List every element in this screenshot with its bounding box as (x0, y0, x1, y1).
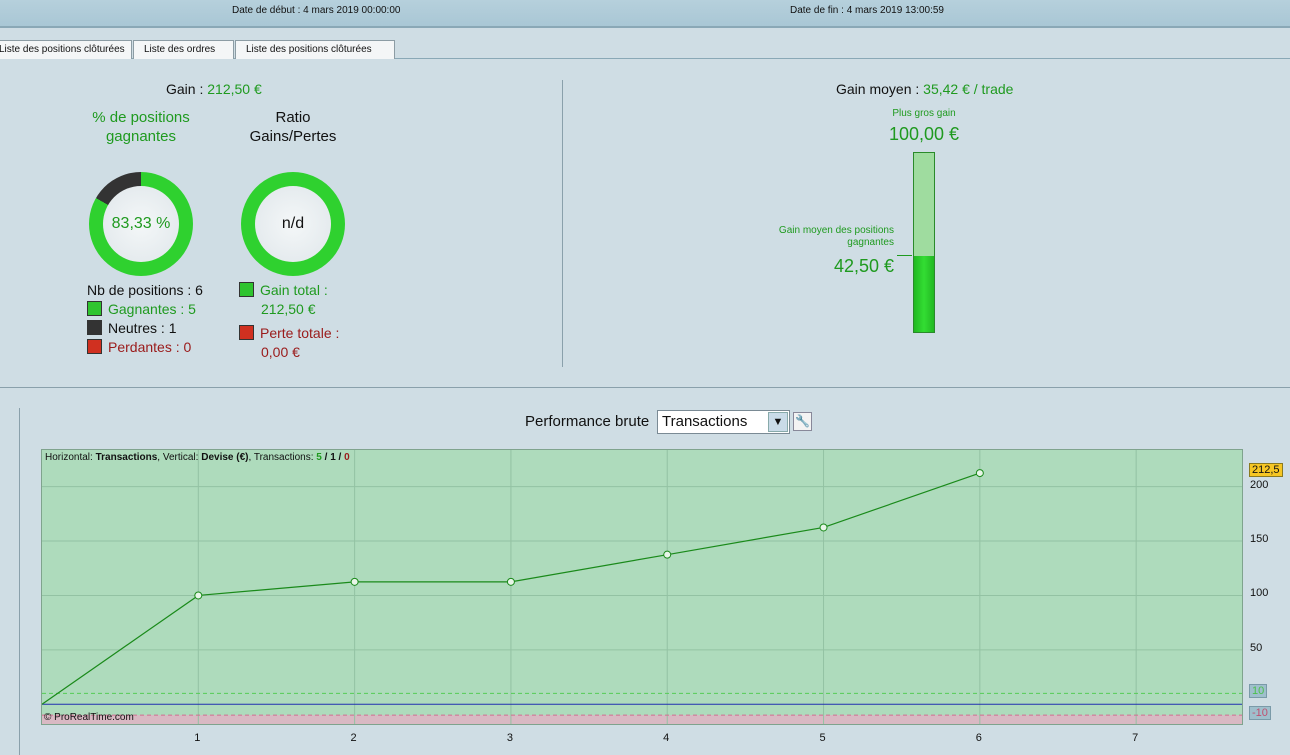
data-point (506, 577, 515, 586)
negative-band (42, 715, 1242, 724)
win-pct-value: 83,33 % (103, 186, 179, 262)
wrench-icon[interactable]: 🔧 (793, 412, 812, 431)
legend-gagnantes: Gagnantes : 5 (87, 300, 196, 319)
tab-closed-positions-1[interactable]: Liste des positions clôturées (0, 40, 132, 59)
start-date: Date de début : 4 mars 2019 00:00:00 (232, 5, 401, 16)
performance-chart: Horizontal: Transactions, Vertical: Devi… (41, 449, 1243, 725)
chart-svg (42, 450, 1242, 724)
tab-bar: Liste des positions clôturées Liste des … (0, 40, 1290, 59)
average-gain: Gain moyen : 35,42 € / trade (836, 81, 1014, 97)
avg-win-label: Gain moyen des positions gagnantes (778, 225, 894, 248)
data-point (819, 523, 828, 532)
y-tick-label: 50 (1250, 641, 1263, 654)
ratio-value: n/d (255, 186, 331, 262)
pct-title: % de positions gagnantes (92, 109, 190, 145)
max-gain-value: 100,00 € (888, 124, 960, 144)
x-tick-label: 5 (819, 732, 826, 744)
x-tick-label: 7 (1132, 732, 1139, 744)
x-tick-label: 1 (194, 732, 201, 744)
win-pct-donut: 83,33 % (89, 172, 193, 276)
tab-orders[interactable]: Liste des ordres (133, 40, 234, 59)
gain-bar (913, 152, 935, 333)
legend-perdantes: Perdantes : 0 (87, 338, 191, 357)
data-point (663, 550, 672, 559)
x-tick-label: 3 (506, 732, 513, 744)
y-tick-label: 200 (1250, 478, 1269, 491)
chart-info: Horizontal: Transactions, Vertical: Devi… (45, 452, 350, 463)
header-bar: Date de début : 4 mars 2019 00:00:00 Dat… (0, 0, 1290, 28)
copyright: © ProRealTime.com (44, 712, 134, 723)
green-square-icon (239, 282, 254, 297)
legend-neutres: Neutres : 1 (87, 319, 176, 338)
y-tick-label: 100 (1250, 587, 1269, 600)
divider (0, 387, 1290, 388)
perf-title: Performance brute (525, 413, 650, 430)
x-tick-label: 2 (350, 732, 357, 744)
x-tick-label: 6 (975, 732, 982, 744)
divider (562, 80, 563, 367)
avg-win-value: 42,50 € (833, 256, 894, 276)
divider (19, 408, 20, 755)
legend-perte-totale: Perte totale :0,00 € (239, 324, 339, 362)
red-square-icon (239, 325, 254, 340)
data-point (350, 577, 359, 586)
arrow-icon (897, 255, 912, 256)
red-square-icon (87, 339, 102, 354)
data-point (194, 591, 203, 600)
y-tick-label: 150 (1250, 533, 1269, 546)
gain-total: Gain : 212,50 € (166, 81, 262, 97)
black-square-icon (87, 320, 102, 335)
lower-band-label: -10 (1249, 706, 1271, 720)
perf-select[interactable]: Transactions ▼ (657, 410, 790, 434)
nb-positions: Nb de positions : 6 (87, 282, 203, 298)
gain-bar-fill (914, 255, 934, 332)
ratio-donut: n/d (241, 172, 345, 276)
last-value-label: 212,5 (1249, 463, 1283, 477)
x-tick-label: 4 (663, 732, 670, 744)
data-point (975, 469, 984, 478)
legend-gain-total: Gain total :212,50 € (239, 281, 328, 319)
ratio-title: Ratio Gains/Pertes (249, 109, 337, 145)
tab-closed-positions-2[interactable]: Liste des positions clôturées (235, 40, 395, 59)
green-square-icon (87, 301, 102, 316)
upper-band-label: 10 (1249, 684, 1268, 698)
max-gain-label: Plus gros gain (892, 108, 956, 119)
chevron-down-icon[interactable]: ▼ (768, 412, 788, 432)
end-date: Date de fin : 4 mars 2019 13:00:59 (790, 5, 944, 16)
